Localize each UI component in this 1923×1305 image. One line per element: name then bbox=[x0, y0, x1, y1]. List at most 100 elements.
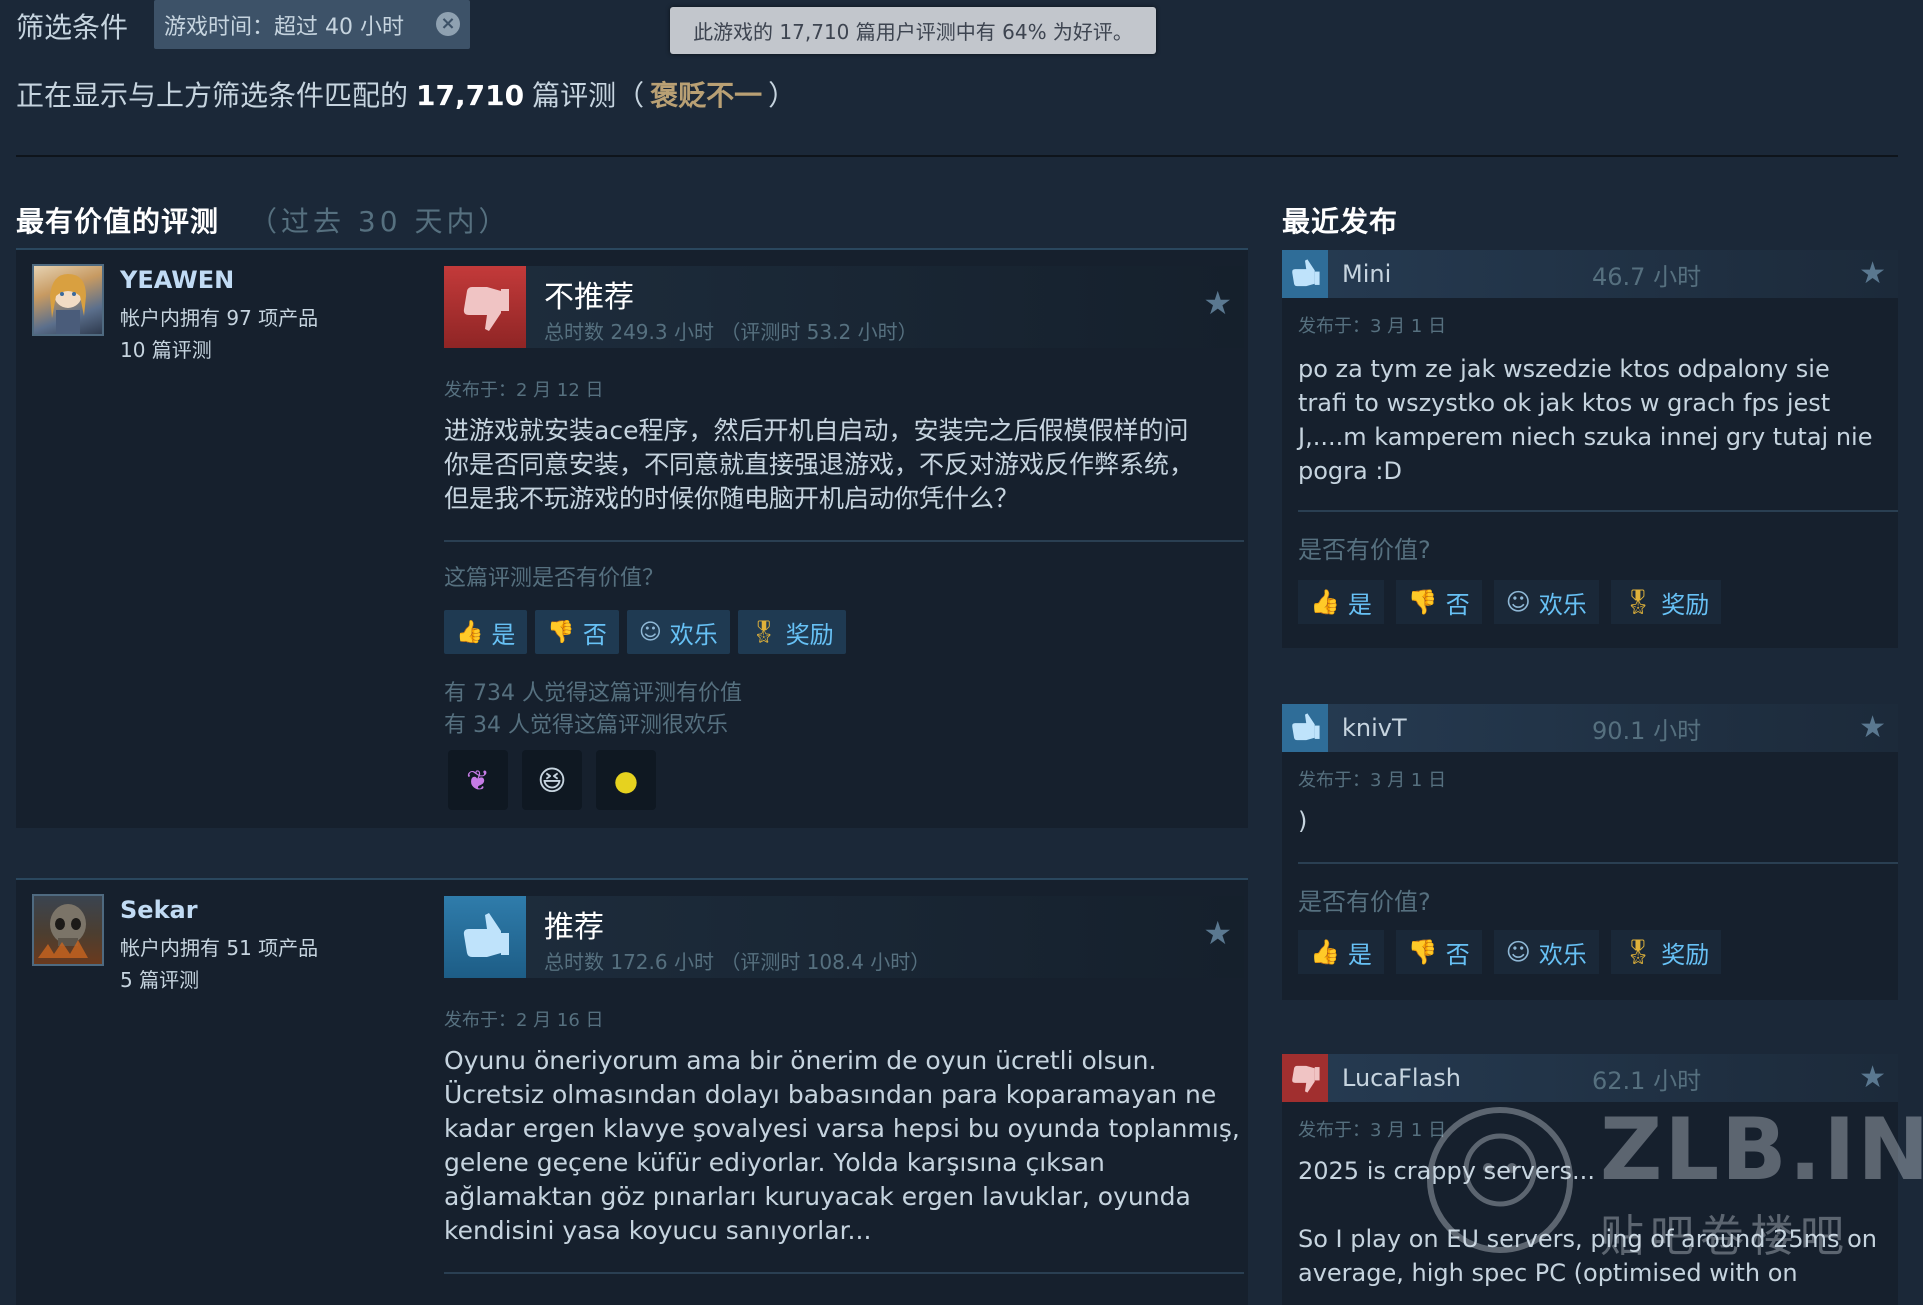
button-label: 奖励 bbox=[1661, 590, 1710, 619]
recent-review-card: knivT 90.1 小时 ★ 发布于：3 月 1 日 ) 是否有价值? 👍 是 … bbox=[1282, 704, 1898, 1000]
section-subtitle: （过去 30 天内） bbox=[249, 205, 511, 238]
button-label: 否 bbox=[582, 620, 607, 649]
helpful-section-header: 最有价值的评测 （过去 30 天内） bbox=[16, 200, 510, 240]
funny-button[interactable]: ☺ 欢乐 bbox=[626, 610, 730, 654]
divider bbox=[16, 155, 1898, 157]
owned-products[interactable]: 帐户内拥有 51 项产品 bbox=[120, 932, 318, 964]
rating-tooltip: 此游戏的 17,710 篇用户评测中有 64% 为好评。 bbox=[670, 7, 1156, 54]
user-review-count[interactable]: 5 篇评测 bbox=[120, 964, 318, 996]
section-title: 最有价值的评测 bbox=[16, 205, 220, 238]
button-label: 奖励 bbox=[1661, 940, 1710, 969]
funny-button[interactable]: ☺ 欢乐 bbox=[1493, 930, 1599, 974]
playtime-filter-chip[interactable]: 游戏时间：超过 40 小时 × bbox=[154, 0, 470, 49]
review-line: kadar ergen klavye şovalyesi varsa hepsi… bbox=[444, 1114, 1240, 1143]
summary-prefix: 正在显示与上方筛选条件匹配的 bbox=[16, 79, 409, 112]
reviewer-name[interactable]: knivT bbox=[1342, 714, 1592, 742]
button-label: 是 bbox=[491, 620, 516, 649]
divider bbox=[1298, 510, 1898, 512]
award-icon: 🎖 bbox=[1622, 588, 1654, 616]
button-label: 否 bbox=[1445, 590, 1470, 619]
review-line: trafi to wszystko ok jak ktos w grach fp… bbox=[1298, 389, 1831, 417]
summary-close: ） bbox=[768, 79, 797, 112]
helpful-yes-button[interactable]: 👍 是 bbox=[1298, 930, 1384, 974]
award-icon: 🎖 bbox=[749, 619, 778, 645]
watermark-text: ZLB.INK bbox=[1600, 1100, 1923, 1200]
star-icon[interactable]: ★ bbox=[1859, 1060, 1886, 1095]
star-icon[interactable]: ★ bbox=[1203, 914, 1232, 952]
review-line: po za tym ze jak wszedzie ktos odpalony … bbox=[1298, 355, 1830, 383]
helpful-yes-button[interactable]: 👍 是 bbox=[1298, 580, 1384, 624]
thumbs-up-icon bbox=[444, 896, 526, 978]
owned-products[interactable]: 帐户内拥有 97 项产品 bbox=[120, 302, 318, 334]
thumbs-down-icon: 👎 bbox=[1407, 588, 1438, 616]
helpful-yes-button[interactable]: 👍 是 bbox=[444, 610, 528, 654]
username[interactable]: Sekar bbox=[120, 896, 198, 924]
thumbs-up-icon bbox=[1282, 704, 1328, 752]
recent-section-title: 最近发布 bbox=[1282, 205, 1399, 238]
star-icon[interactable]: ★ bbox=[1859, 256, 1886, 291]
recent-review-header[interactable]: Mini 46.7 小时 ★ bbox=[1282, 250, 1898, 298]
helpful-no-button[interactable]: 👎 否 bbox=[1395, 930, 1482, 974]
review-card: Sekar 帐户内拥有 51 项产品 5 篇评测 推荐 总时数 172.6 小时… bbox=[16, 878, 1248, 1305]
review-body: Oyunu öneriyorum ama bir önerim de oyun … bbox=[444, 1044, 1244, 1248]
vote-stats: 有 734 人觉得这篇评测有价值 有 34 人觉得这篇评测很欢乐 bbox=[444, 678, 742, 742]
award-sun-icon[interactable]: ● bbox=[596, 750, 656, 810]
button-label: 是 bbox=[1347, 940, 1372, 969]
award-heart-icon[interactable]: ❦ bbox=[448, 750, 508, 810]
award-button[interactable]: 🎖 奖励 bbox=[1610, 580, 1722, 624]
hours-played: 总时数 172.6 小时 （评测时 108.4 小时） bbox=[544, 950, 931, 974]
thumbs-up-icon: 👍 bbox=[1310, 588, 1340, 616]
award-icon: 🎖 bbox=[1622, 938, 1654, 966]
user-info: 帐户内拥有 97 项产品 10 篇评测 bbox=[120, 302, 318, 366]
helpful-count: 有 734 人觉得这篇评测有价值 bbox=[444, 681, 742, 706]
watermark-logo bbox=[1427, 1107, 1573, 1253]
posted-date: 发布于：2 月 16 日 bbox=[444, 1010, 604, 1031]
user-review-count[interactable]: 10 篇评测 bbox=[120, 334, 318, 366]
review-line: ağlamaktan göz pınarları kuruyacak ergen… bbox=[444, 1182, 1191, 1211]
funny-button[interactable]: ☺ 欢乐 bbox=[1493, 580, 1599, 624]
smiley-icon: ☺ bbox=[1505, 588, 1531, 616]
divider bbox=[444, 540, 1244, 542]
avatar[interactable] bbox=[32, 894, 104, 966]
star-icon[interactable]: ★ bbox=[1859, 710, 1886, 745]
reviewer-name[interactable]: Mini bbox=[1342, 260, 1592, 288]
review-body: ) bbox=[1298, 804, 1888, 838]
thumbs-up-icon: 👍 bbox=[1310, 938, 1340, 966]
recent-review-header[interactable]: LucaFlash 62.1 小时 ★ bbox=[1282, 1054, 1898, 1102]
avatar[interactable] bbox=[32, 264, 104, 336]
posted-date: 发布于：3 月 1 日 bbox=[1298, 770, 1447, 791]
username[interactable]: YEAWEN bbox=[120, 266, 234, 294]
helpful-no-button[interactable]: 👎 否 bbox=[1395, 580, 1482, 624]
review-line: kendisini yasa koyucu sanıyorlar... bbox=[444, 1216, 872, 1245]
review-line: 但是我不玩游戏的时候你随电脑开机启动你凭什么？ bbox=[444, 484, 1020, 513]
button-label: 欢乐 bbox=[1538, 590, 1587, 619]
posted-date: 发布于：2 月 12 日 bbox=[444, 380, 604, 401]
review-line: ) bbox=[1298, 807, 1308, 835]
star-icon[interactable]: ★ bbox=[1203, 284, 1232, 322]
smiley-icon: ☺ bbox=[638, 619, 662, 645]
verdict-title: 推荐 bbox=[544, 910, 604, 945]
hours-played: 总时数 249.3 小时 （评测时 53.2 小时） bbox=[544, 320, 918, 344]
reviewer-name[interactable]: LucaFlash bbox=[1342, 1064, 1592, 1092]
thumbs-up-icon bbox=[1282, 250, 1328, 298]
watermark: ZLB.INK 贴吧卷楼吧 bbox=[1420, 1100, 1923, 1270]
recent-review-header[interactable]: knivT 90.1 小时 ★ bbox=[1282, 704, 1898, 752]
vote-buttons: 👍 是 👎 否 ☺ 欢乐 🎖 奖励 bbox=[1298, 930, 1722, 974]
helpful-question: 是否有价值? bbox=[1298, 536, 1431, 564]
vote-buttons: 👍 是 👎 否 ☺ 欢乐 🎖 奖励 bbox=[1298, 580, 1722, 624]
review-body: 进游戏就安装ace程序，然后开机自启动，安装完之后假模假样的问 你是否同意安装，… bbox=[444, 414, 1244, 516]
awards-row: ❦ 😆 ● bbox=[448, 750, 656, 810]
review-line: Oyunu öneriyorum ama bir önerim de oyun … bbox=[444, 1046, 1157, 1075]
award-button[interactable]: 🎖 奖励 bbox=[737, 610, 846, 654]
close-icon[interactable]: × bbox=[436, 12, 460, 36]
hours-played: 62.1 小时 bbox=[1592, 1066, 1702, 1095]
review-line: 你是否同意安装，不同意就直接强退游戏，不反对游戏反作弊系统， bbox=[444, 450, 1195, 479]
award-laugh-icon[interactable]: 😆 bbox=[522, 750, 582, 810]
hours-played: 46.7 小时 bbox=[1592, 262, 1702, 291]
helpful-no-button[interactable]: 👎 否 bbox=[535, 610, 619, 654]
results-summary: 正在显示与上方筛选条件匹配的 17,710 篇评测（ 褒贬不一 ） bbox=[16, 74, 796, 114]
button-label: 奖励 bbox=[785, 620, 834, 649]
award-button[interactable]: 🎖 奖励 bbox=[1610, 930, 1722, 974]
rating-summary[interactable]: 褒贬不一 bbox=[650, 74, 762, 114]
hours-played: 90.1 小时 bbox=[1592, 716, 1702, 745]
